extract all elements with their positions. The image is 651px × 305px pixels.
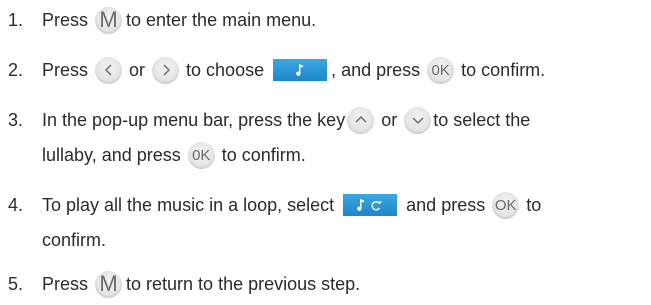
ok-key-icon: 0K [427,56,455,84]
step-text: to return to the previous step. [126,273,361,294]
step-text: and press [406,194,486,215]
step-text: To play all the music in a loop, select [42,194,335,215]
step-text: confirm. [42,229,107,250]
menu-key-icon: M [95,6,123,34]
step-3: 3. In the pop-up menu bar, press the key… [8,106,530,134]
down-arrow-key-icon [404,106,432,134]
menu-key-icon: M [95,270,123,298]
left-arrow-key-icon [95,56,123,84]
step-1: 1. Press M to enter the main menu. [8,6,316,34]
step-text: Press [42,9,89,30]
step-text: to [526,194,542,215]
ok-key-icon: 0K [187,141,215,169]
step-text: , and press [331,59,421,80]
ok-key-icon: OK [492,191,520,219]
key-label: M [99,7,118,32]
up-arrow-key-icon [347,106,375,134]
step-text: lullaby, and press [42,144,181,165]
step-text: to choose [186,59,265,80]
step-text: or [129,59,146,80]
step-2: 2. Press or to choose , and press 0K to … [8,56,545,84]
step-number: 3. [8,109,24,130]
step-number: 2. [8,59,24,80]
step-text: In the pop-up menu bar, press the key [42,109,346,130]
step-number: 5. [8,273,24,294]
step-4-continued: confirm. [42,226,106,254]
step-text: to select the [433,109,531,130]
step-text: or [381,109,398,130]
step-text: to confirm. [461,59,546,80]
step-text: Press [42,59,89,80]
key-label: 0K [192,146,211,164]
key-label: OK [494,196,517,214]
step-text: to enter the main menu. [126,9,317,30]
step-5: 5. Press M to return to the previous ste… [8,270,360,298]
loop-music-icon [343,194,398,216]
step-text: Press [42,273,89,294]
step-text: to confirm. [221,144,306,165]
key-label: M [99,271,118,296]
step-number: 1. [8,9,24,30]
instruction-steps: 1. Press M to enter the main menu. 2. Pr… [0,0,651,305]
key-label: 0K [431,61,450,79]
step-3-continued: lullaby, and press 0K to confirm. [42,141,306,169]
music-note-icon [273,59,328,81]
step-4: 4. To play all the music in a loop, sele… [8,191,541,219]
right-arrow-key-icon [152,56,180,84]
step-number: 4. [8,194,24,215]
